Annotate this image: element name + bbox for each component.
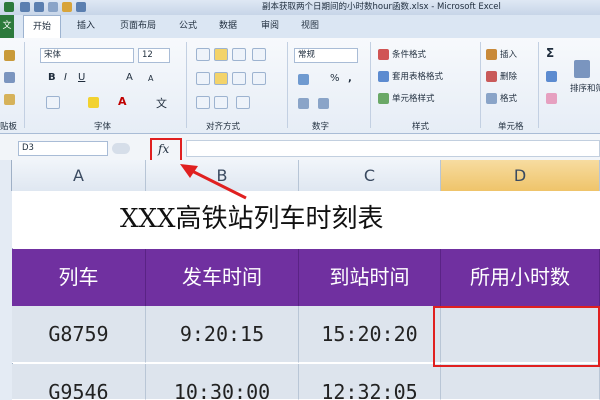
arrow-line [189,168,247,200]
annotation-arrow [180,164,247,200]
